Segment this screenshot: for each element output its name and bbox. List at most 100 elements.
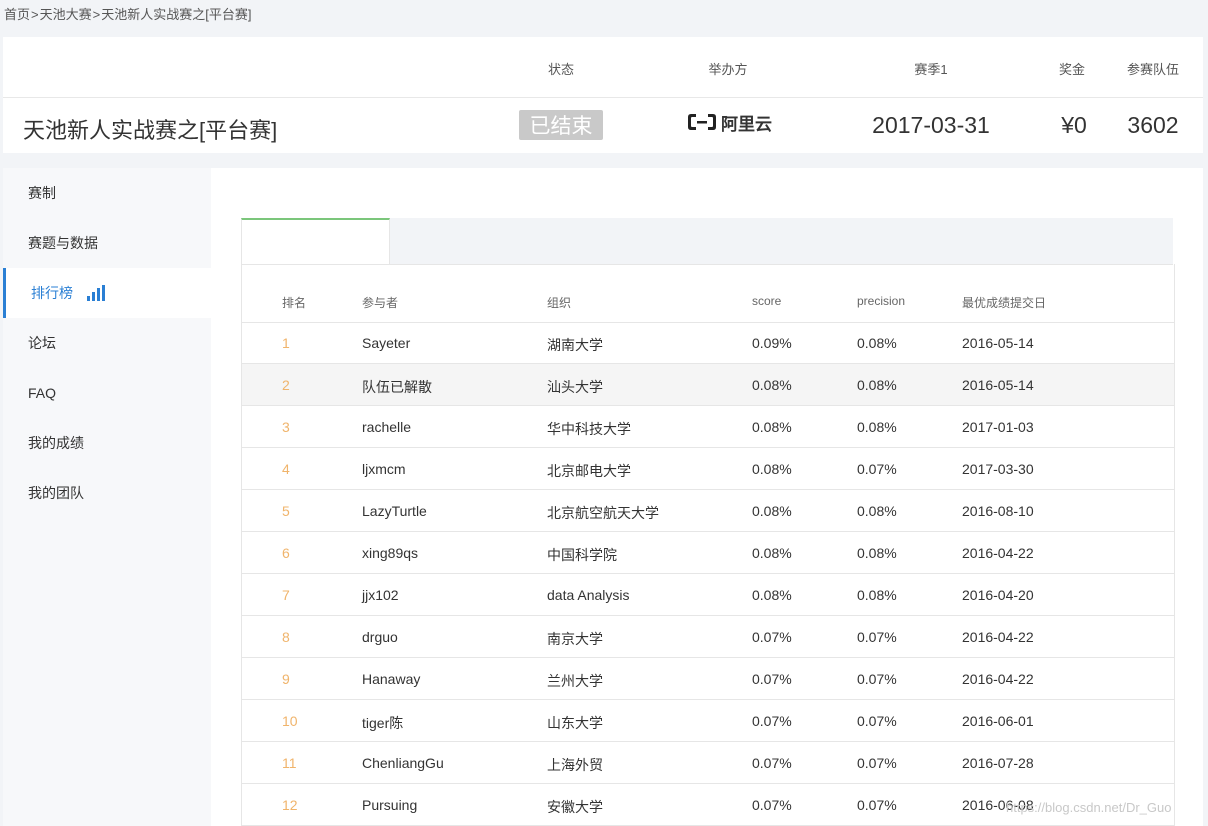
best-date-cell: 2016-04-22 bbox=[962, 671, 1034, 687]
best-date-cell: 2016-06-01 bbox=[962, 713, 1034, 729]
best-date-cell: 2016-05-14 bbox=[962, 335, 1034, 351]
organization-cell: 山东大学 bbox=[547, 715, 603, 731]
sidebar-item-label: 论坛 bbox=[28, 335, 56, 351]
precision-cell: 0.08% bbox=[857, 377, 897, 393]
precision-cell: 0.08% bbox=[857, 587, 897, 603]
precision-cell: 0.08% bbox=[857, 545, 897, 561]
organizer-logo-text: 阿里云 bbox=[721, 114, 772, 134]
teams-count: 3602 bbox=[1127, 112, 1179, 138]
score-cell: 0.08% bbox=[752, 419, 792, 435]
table-row[interactable]: 3 rachelle 华中科技大学 0.08% 0.08% 2017-01-03 bbox=[242, 406, 1174, 448]
competition-header: 状态 举办方 赛季1 奖金 参赛队伍 天池新人实战赛之[平台赛] 已结束 阿里云… bbox=[3, 37, 1203, 153]
rank-cell: 12 bbox=[282, 797, 298, 813]
best-date-cell: 2016-04-20 bbox=[962, 587, 1034, 603]
score-cell: 0.08% bbox=[752, 377, 792, 393]
organization-cell: 华中科技大学 bbox=[547, 421, 631, 437]
precision-cell: 0.07% bbox=[857, 713, 897, 729]
rank-cell: 7 bbox=[282, 587, 290, 603]
status-label: 状态 bbox=[547, 62, 575, 77]
column-header-best-date: 最优成绩提交日 bbox=[962, 296, 1047, 310]
participant-cell: rachelle bbox=[362, 419, 412, 435]
table-row[interactable]: 5 LazyTurtle 北京航空航天大学 0.08% 0.08% 2016-08-10 bbox=[242, 490, 1174, 532]
table-row[interactable]: 1 Sayeter 湖南大学 0.09% 0.08% 2016-05-14 bbox=[242, 322, 1174, 364]
rank-cell: 1 bbox=[282, 335, 290, 351]
sidebar-nav: 赛制 赛题与数据 排行榜 论坛 FAQ 我的成绩 我的团队 bbox=[3, 168, 211, 826]
column-header-score: score bbox=[752, 294, 782, 308]
score-cell: 0.07% bbox=[752, 629, 792, 645]
sidebar-item-my-scores[interactable]: 我的成绩 bbox=[3, 418, 211, 468]
aliyun-logo-icon bbox=[688, 114, 716, 130]
table-row[interactable]: 10 tiger陈 山东大学 0.07% 0.07% 2016-06-01 bbox=[242, 700, 1174, 742]
sidebar-item-label: 赛制 bbox=[28, 185, 56, 201]
best-date-cell: 2016-07-28 bbox=[962, 755, 1034, 771]
score-cell: 0.08% bbox=[752, 503, 792, 519]
precision-cell: 0.07% bbox=[857, 629, 897, 645]
participant-cell: xing89qs bbox=[362, 545, 419, 561]
sidebar-item-problem-data[interactable]: 赛题与数据 bbox=[3, 218, 211, 268]
score-cell: 0.07% bbox=[752, 713, 792, 729]
sidebar-item-rules[interactable]: 赛制 bbox=[3, 168, 211, 218]
sidebar-item-label: 我的团队 bbox=[28, 485, 84, 501]
season-date: 2017-03-31 bbox=[872, 112, 990, 138]
participant-cell: LazyTurtle bbox=[362, 503, 427, 519]
score-cell: 0.08% bbox=[752, 545, 792, 561]
sidebar-item-my-team[interactable]: 我的团队 bbox=[3, 468, 211, 518]
precision-cell: 0.08% bbox=[857, 335, 897, 351]
rank-cell: 4 bbox=[282, 461, 290, 477]
organization-cell: 北京邮电大学 bbox=[547, 463, 631, 479]
table-row[interactable]: 7 jjx102 data Analysis 0.08% 0.08% 2016-04-20 bbox=[242, 574, 1174, 616]
table-row[interactable]: 4 ljxmcm 北京邮电大学 0.08% 0.07% 2017-03-30 bbox=[242, 448, 1174, 490]
rank-cell: 3 bbox=[282, 419, 290, 435]
main-content: 排名 参与者 组织 score precision 最优成绩提交日 1 Sayet… bbox=[211, 168, 1203, 826]
precision-cell: 0.08% bbox=[857, 419, 897, 435]
breadcrumb-home-link[interactable]: 首页 bbox=[4, 7, 30, 22]
rank-cell: 6 bbox=[282, 545, 290, 561]
precision-cell: 0.07% bbox=[857, 755, 897, 771]
table-row[interactable]: 6 xing89qs 中国科学院 0.08% 0.08% 2016-04-22 bbox=[242, 532, 1174, 574]
precision-cell: 0.07% bbox=[857, 461, 897, 477]
precision-cell: 0.08% bbox=[857, 503, 897, 519]
participant-cell: tiger陈 bbox=[362, 715, 404, 731]
sidebar-item-label: 我的成绩 bbox=[28, 435, 84, 451]
breadcrumb-separator: > bbox=[92, 7, 101, 22]
score-cell: 0.08% bbox=[752, 587, 792, 603]
best-date-cell: 2016-08-10 bbox=[962, 503, 1034, 519]
column-header-rank: 排名 bbox=[282, 296, 307, 310]
score-cell: 0.07% bbox=[752, 797, 792, 813]
participant-cell: jjx102 bbox=[362, 587, 399, 603]
participant-cell: ljxmcm bbox=[362, 461, 406, 477]
status-badge: 已结束 bbox=[519, 110, 603, 140]
bar-chart-icon bbox=[87, 285, 107, 301]
watermark: https://blog.csdn.net/Dr_Guo bbox=[1006, 800, 1172, 815]
organization-cell: 湖南大学 bbox=[547, 337, 603, 353]
column-header-organization: 组织 bbox=[547, 296, 572, 310]
participant-cell: ChenliangGu bbox=[362, 755, 444, 771]
best-date-cell: 2017-03-30 bbox=[962, 461, 1034, 477]
score-cell: 0.07% bbox=[752, 755, 792, 771]
rank-cell: 2 bbox=[282, 377, 290, 393]
participant-cell: Sayeter bbox=[362, 335, 411, 351]
sidebar-item-faq[interactable]: FAQ bbox=[3, 368, 211, 418]
best-date-cell: 2017-01-03 bbox=[962, 419, 1034, 435]
breadcrumb-tianchi-link[interactable]: 天池大赛 bbox=[40, 7, 92, 22]
sidebar-item-leaderboard[interactable]: 排行榜 bbox=[3, 268, 211, 318]
sidebar-item-label: 排行榜 bbox=[31, 285, 73, 301]
table-header: 排名 参与者 组织 score precision 最优成绩提交日 bbox=[242, 264, 1174, 323]
tab-leaderboard-active[interactable] bbox=[241, 218, 390, 264]
table-row[interactable]: 8 drguo 南京大学 0.07% 0.07% 2016-04-22 bbox=[242, 616, 1174, 658]
rank-cell: 11 bbox=[282, 755, 297, 771]
breadcrumb-current-link[interactable]: 天池新人实战赛之[平台赛] bbox=[101, 7, 251, 22]
precision-cell: 0.07% bbox=[857, 671, 897, 687]
organization-cell: data Analysis bbox=[547, 587, 630, 603]
table-row[interactable]: 2 队伍已解散 汕头大学 0.08% 0.08% 2016-05-14 bbox=[242, 364, 1174, 406]
prize-label: 奖金 bbox=[1058, 62, 1086, 77]
sidebar-item-label: FAQ bbox=[28, 385, 57, 401]
table-row[interactable]: 11 ChenliangGu 上海外贸 0.07% 0.07% 2016-07-28 bbox=[242, 742, 1174, 784]
participant-cell: drguo bbox=[362, 629, 398, 645]
sidebar-item-forum[interactable]: 论坛 bbox=[3, 318, 211, 368]
prize-value: ¥0 bbox=[1061, 112, 1087, 138]
table-row[interactable]: 9 Hanaway 兰州大学 0.07% 0.07% 2016-04-22 bbox=[242, 658, 1174, 700]
competition-title: 天池新人实战赛之[平台赛] bbox=[23, 118, 278, 143]
participant-cell: Pursuing bbox=[362, 797, 418, 813]
organizer-logo: 阿里云 bbox=[687, 110, 772, 134]
